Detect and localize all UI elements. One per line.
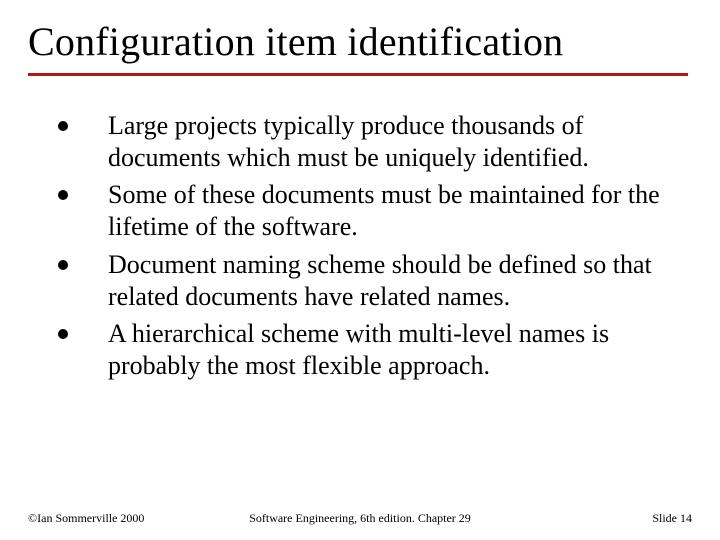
bullet-list: Large projects typically produce thousan… <box>28 110 692 382</box>
page-title: Configuration item identification <box>28 18 692 71</box>
list-item-text: Document naming scheme should be defined… <box>108 249 682 312</box>
footer: ©Ian Sommerville 2000 Software Engineeri… <box>0 511 720 526</box>
bullet-icon <box>58 260 68 270</box>
list-item-text: Some of these documents must be maintain… <box>108 179 682 242</box>
bullet-icon <box>58 190 68 200</box>
footer-copyright: ©Ian Sommerville 2000 <box>28 511 144 526</box>
list-item-text: Large projects typically produce thousan… <box>108 110 682 173</box>
list-item: Large projects typically produce thousan… <box>58 110 682 173</box>
bullet-icon <box>58 121 68 131</box>
list-item: Some of these documents must be maintain… <box>58 179 682 242</box>
bullet-icon <box>58 329 68 339</box>
list-item: Document naming scheme should be defined… <box>58 249 682 312</box>
slide: Configuration item identification Large … <box>0 0 720 540</box>
title-underline <box>28 73 688 76</box>
list-item: A hierarchical scheme with multi-level n… <box>58 318 682 381</box>
list-item-text: A hierarchical scheme with multi-level n… <box>108 318 682 381</box>
footer-slide-number: Slide 14 <box>652 511 692 526</box>
